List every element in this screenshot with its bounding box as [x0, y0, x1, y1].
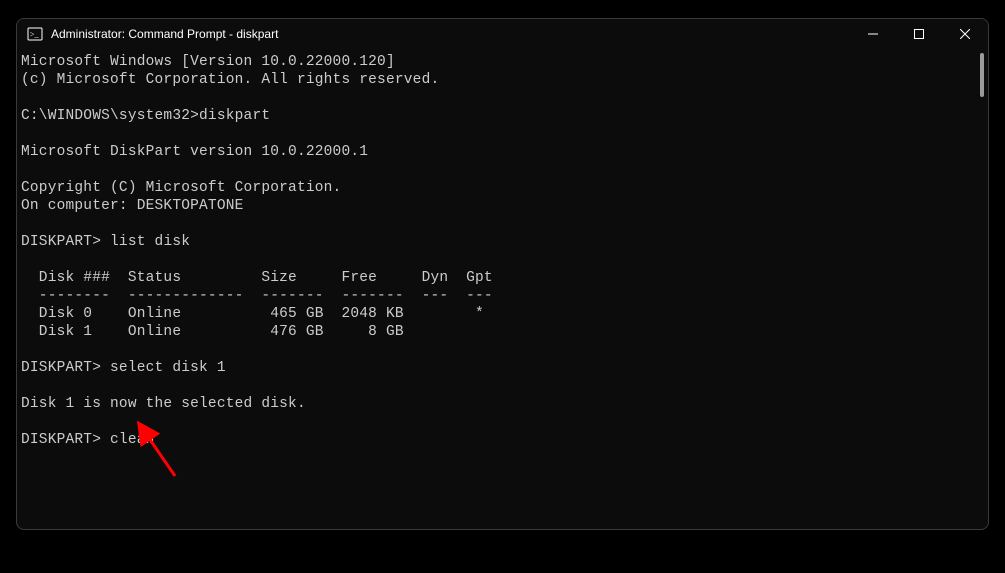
output-line: Copyright (C) Microsoft Corporation.	[21, 180, 341, 196]
terminal-output[interactable]: Microsoft Windows [Version 10.0.22000.12…	[17, 49, 988, 529]
maximize-icon	[914, 29, 924, 39]
maximize-button[interactable]	[896, 19, 942, 49]
cmd-icon: >_	[27, 26, 43, 42]
output-line: Microsoft Windows [Version 10.0.22000.12…	[21, 54, 395, 70]
table-divider: -------- ------------- ------- ------- -…	[21, 288, 493, 304]
close-button[interactable]	[942, 19, 988, 49]
svg-text:>_: >_	[30, 30, 40, 39]
table-row: Disk 1 Online 476 GB 8 GB	[21, 324, 404, 340]
output-line: On computer: DESKTOPATONE	[21, 198, 244, 214]
minimize-button[interactable]	[850, 19, 896, 49]
command-text: select disk 1	[110, 360, 226, 376]
command-text: diskpart	[199, 108, 270, 124]
output-line: Microsoft DiskPart version 10.0.22000.1	[21, 144, 368, 160]
minimize-icon	[868, 29, 878, 39]
diskpart-prompt: DISKPART>	[21, 432, 101, 448]
prompt-path: C:\WINDOWS\system32>	[21, 108, 199, 124]
output-line: (c) Microsoft Corporation. All rights re…	[21, 72, 439, 88]
output-line: Disk 1 is now the selected disk.	[21, 396, 306, 412]
diskpart-prompt: DISKPART>	[21, 234, 101, 250]
table-row: Disk 0 Online 465 GB 2048 KB *	[21, 306, 484, 322]
window-title: Administrator: Command Prompt - diskpart	[51, 27, 278, 41]
command-prompt-window: >_ Administrator: Command Prompt - diskp…	[16, 18, 989, 530]
command-text: list disk	[110, 234, 190, 250]
scrollbar-thumb[interactable]	[980, 53, 984, 97]
command-text: clean	[110, 432, 155, 448]
table-header: Disk ### Status Size Free Dyn Gpt	[21, 270, 493, 286]
diskpart-prompt: DISKPART>	[21, 360, 101, 376]
close-icon	[960, 29, 970, 39]
titlebar[interactable]: >_ Administrator: Command Prompt - diskp…	[17, 19, 988, 49]
